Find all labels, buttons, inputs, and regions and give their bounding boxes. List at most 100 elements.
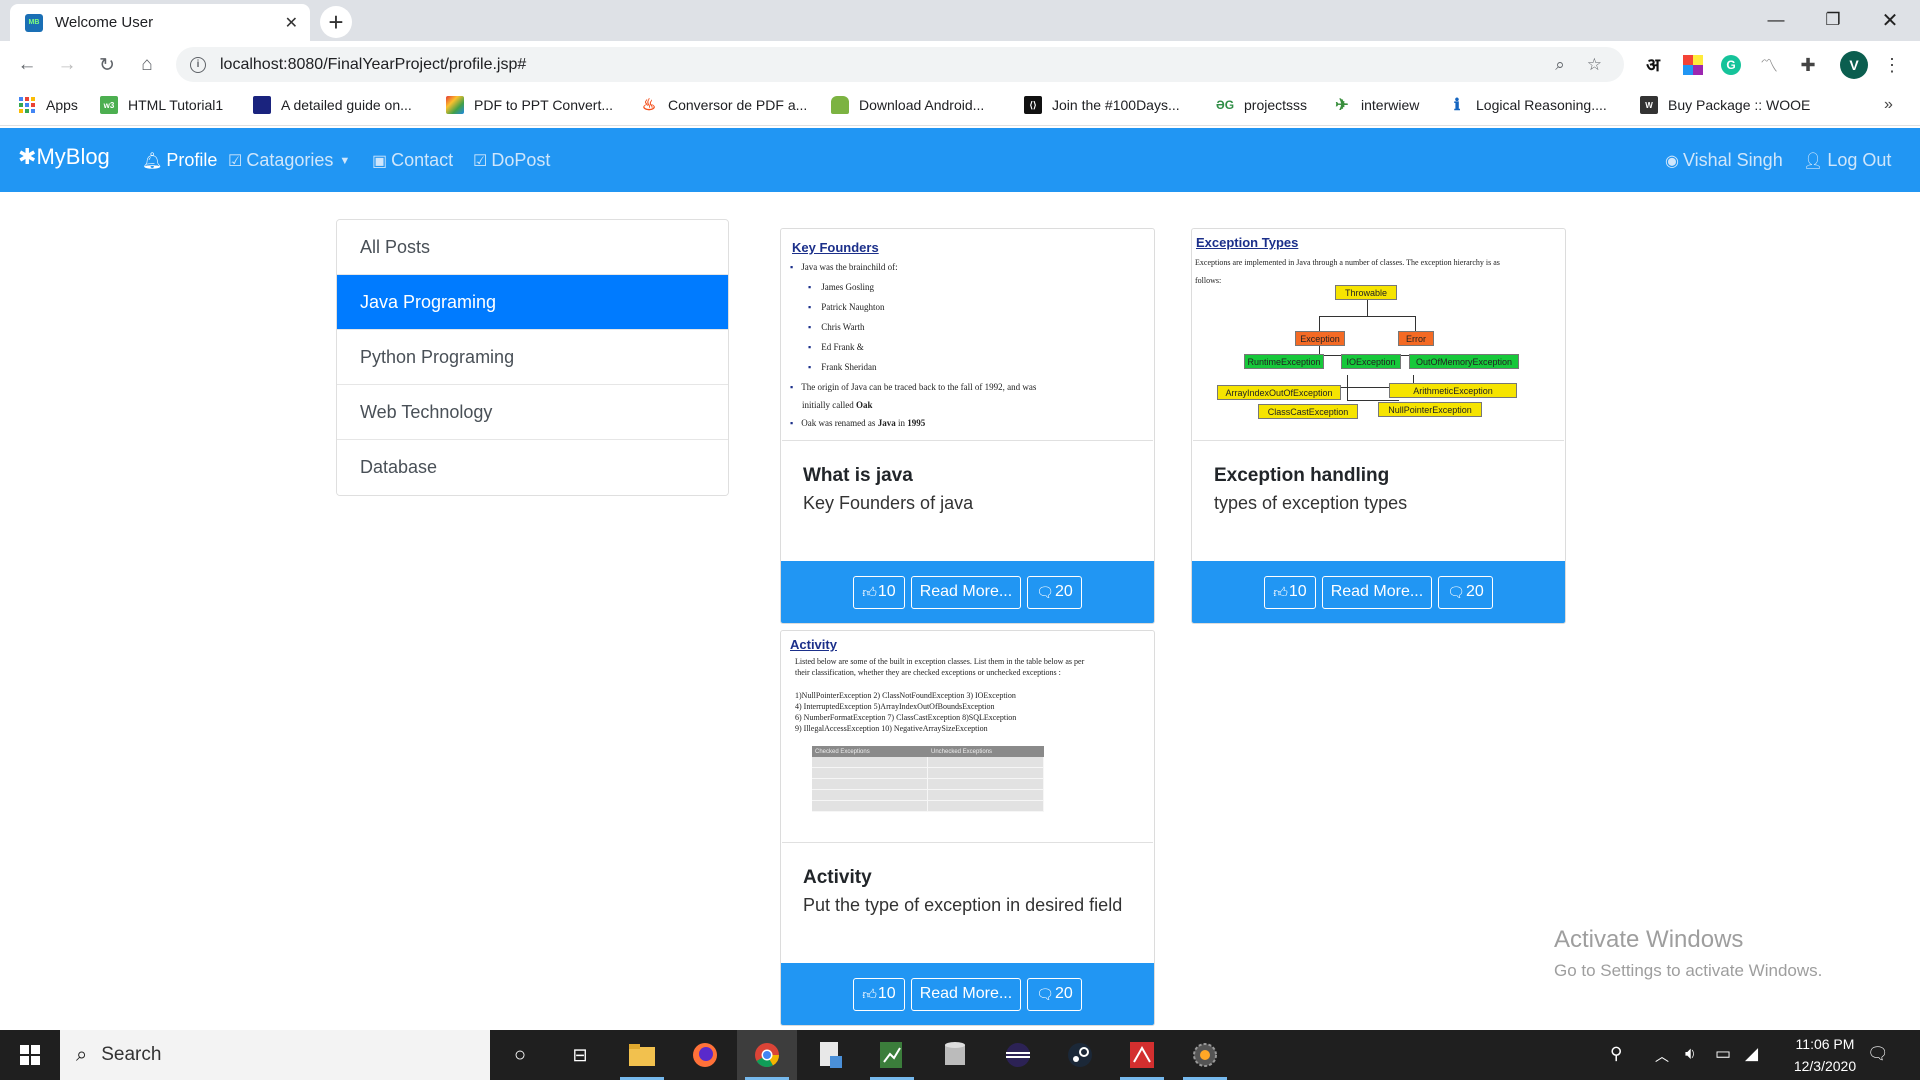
people-icon[interactable]: ⚲	[1610, 1044, 1622, 1064]
database-icon[interactable]	[925, 1030, 985, 1080]
category-item-web-technology[interactable]: Web Technology	[337, 385, 728, 440]
close-window-button[interactable]: ✕	[1862, 0, 1918, 40]
bookmark-logical-reasoning[interactable]: ℹ Logical Reasoning....	[1448, 96, 1607, 114]
extensions-puzzle-icon[interactable]: ✚	[1797, 52, 1819, 78]
windows-start-icon[interactable]	[0, 1030, 60, 1080]
category-item-database[interactable]: Database	[337, 440, 728, 495]
firefox-icon[interactable]	[675, 1030, 735, 1080]
read-more-button[interactable]: Read More...	[910, 977, 1022, 1011]
cortana-icon[interactable]: ○	[490, 1030, 550, 1080]
like-count: 10	[877, 985, 896, 1002]
post-title: Activity	[803, 867, 872, 888]
nav-categories-dropdown[interactable]: ☑ Catagories ▼	[228, 150, 350, 171]
devto-icon: ⟨⟩	[1024, 96, 1042, 114]
bookmark-label: Conversor de PDF a...	[668, 97, 808, 113]
like-button[interactable]: 👍︎ 10	[853, 575, 905, 609]
nav-categories-label: Catagories	[246, 150, 334, 170]
like-button[interactable]: 👍︎ 10	[1264, 575, 1316, 609]
taskbar-clock[interactable]: 11:06 PM 12/3/2020	[1770, 1033, 1880, 1077]
steam-icon[interactable]	[1050, 1030, 1110, 1080]
profile-avatar[interactable]: V	[1840, 51, 1868, 79]
bookmark-download-android[interactable]: Download Android...	[831, 96, 984, 114]
bookmark-star-icon[interactable]: ☆	[1587, 55, 1602, 75]
bookmark-pdf-ppt[interactable]: PDF to PPT Convert...	[446, 96, 613, 114]
site-info-icon[interactable]: i	[190, 56, 206, 73]
more-bookmarks-icon[interactable]: »	[1884, 96, 1893, 114]
post-thumbnail[interactable]: Activity Listed below are some of the bu…	[782, 631, 1153, 843]
url-text[interactable]: localhost:8080/FinalYearProject/profile.…	[220, 56, 1555, 74]
bookmark-projectsss[interactable]: ƏG projectsss	[1216, 96, 1307, 114]
browser-tab[interactable]: MB Welcome User ✕	[10, 4, 310, 41]
file-explorer-icon[interactable]	[612, 1030, 672, 1080]
grammarly-extension-icon[interactable]: G	[1720, 52, 1742, 78]
bookmark-label: HTML Tutorial1	[128, 97, 224, 113]
bookmark-apps[interactable]: Apps	[18, 96, 78, 114]
nav-user-link[interactable]: ◉ Vishal Singh	[1665, 150, 1783, 171]
nav-profile-link[interactable]: 🔔︎ Profile	[142, 150, 217, 171]
dark-guide-icon	[253, 96, 271, 114]
post-title: What is java	[803, 465, 913, 486]
address-bar[interactable]: i localhost:8080/FinalYearProject/profil…	[176, 47, 1624, 82]
battery-icon[interactable]: ▭	[1715, 1044, 1731, 1064]
reload-icon[interactable]: ↻	[92, 50, 122, 80]
apps-grid-icon	[18, 96, 36, 114]
read-more-button[interactable]: Read More...	[1321, 575, 1433, 609]
category-item-java[interactable]: Java Programing	[337, 275, 728, 330]
search-icon: ⌕	[76, 1043, 88, 1066]
show-hidden-icons-chevron-icon[interactable]: ︿	[1655, 1046, 1669, 1066]
bookmark-html-tutorial[interactable]: w3 HTML Tutorial1	[100, 96, 223, 114]
browser-tab-strip: MB Welcome User ✕ + — ❐ ✕	[0, 0, 1920, 41]
post-description: Key Founders of java	[803, 493, 974, 513]
brand-link[interactable]: ✱MyBlog	[18, 144, 110, 170]
bookmarks-bar: Apps w3 HTML Tutorial1 A detailed guide …	[0, 88, 1920, 126]
brand-text: MyBlog	[36, 144, 110, 169]
hierarchy-node: Throwable	[1335, 285, 1397, 300]
notepad-icon[interactable]	[800, 1030, 860, 1080]
comment-button[interactable]: 🗨︎ 20	[1027, 575, 1082, 609]
new-tab-button[interactable]: +	[320, 6, 352, 38]
bookmark-conversor-pdf[interactable]: ♨ Conversor de PDF a...	[640, 96, 807, 114]
check-square-icon: ☑	[473, 152, 488, 170]
minimize-window-button[interactable]: —	[1748, 0, 1804, 40]
forward-arrow-icon[interactable]: →	[52, 50, 82, 80]
android-icon	[831, 96, 849, 114]
analytics-extension-icon[interactable]: 〽	[1758, 52, 1780, 78]
nav-contact-link[interactable]: ▣ Contact	[372, 150, 453, 171]
comment-button[interactable]: 🗨︎ 20	[1438, 575, 1493, 609]
settings-gear-icon[interactable]	[1175, 1030, 1235, 1080]
home-icon[interactable]: ⌂	[132, 50, 162, 80]
color-picker-extension-icon[interactable]	[1682, 52, 1704, 78]
read-more-button[interactable]: Read More...	[910, 575, 1022, 609]
nav-dopost-link[interactable]: ☑ DoPost	[473, 150, 550, 171]
nav-logout-link[interactable]: 👤︎ Log Out	[1803, 150, 1891, 171]
wifi-icon[interactable]: ◢	[1745, 1044, 1758, 1064]
taskbar-search-box[interactable]: ⌕ Search	[60, 1030, 490, 1080]
zoom-search-icon[interactable]: ⌕	[1555, 55, 1565, 75]
gfg-icon: ƏG	[1215, 98, 1235, 112]
like-button[interactable]: 👍︎ 10	[853, 977, 905, 1011]
close-tab-icon[interactable]: ✕	[285, 13, 298, 33]
category-item-python[interactable]: Python Programing	[337, 330, 728, 385]
bookmark-interwiew[interactable]: ✈ interwiew	[1333, 96, 1419, 114]
category-item-all-posts[interactable]: All Posts	[337, 220, 728, 275]
chrome-icon[interactable]	[737, 1030, 797, 1080]
slide-line: 4) InterruptedException 5)ArrayIndexOutO…	[795, 702, 995, 711]
restore-window-button[interactable]: ❐	[1805, 0, 1861, 40]
post-thumbnail[interactable]: Exception Types Exceptions are implement…	[1193, 229, 1564, 441]
chart-app-icon[interactable]	[862, 1030, 922, 1080]
pdf-reader-icon[interactable]	[1112, 1030, 1172, 1080]
comment-button[interactable]: 🗨︎ 20	[1027, 977, 1082, 1011]
bookmark-buy-package[interactable]: W Buy Package :: WOOE	[1640, 96, 1810, 114]
bookmark-label: Buy Package :: WOOE	[1668, 97, 1811, 113]
eclipse-icon[interactable]	[988, 1030, 1048, 1080]
translate-extension-icon[interactable]: अ	[1642, 52, 1664, 78]
back-arrow-icon[interactable]: ←	[12, 50, 42, 80]
chrome-menu-icon[interactable]: ⋮	[1883, 52, 1901, 78]
volume-icon[interactable]: 🔉︎	[1685, 1044, 1696, 1064]
exception-table: Checked Exceptions Unchecked Exceptions	[812, 746, 1044, 812]
bookmark-detailed-guide[interactable]: A detailed guide on...	[253, 96, 412, 114]
bookmark-100days[interactable]: ⟨⟩ Join the #100Days...	[1024, 96, 1180, 114]
post-thumbnail[interactable]: Key Founders ▪ Java was the brainchild of…	[782, 229, 1153, 441]
task-view-icon[interactable]: ⊟	[550, 1030, 610, 1080]
slide-line: Oak was renamed as	[801, 418, 876, 428]
